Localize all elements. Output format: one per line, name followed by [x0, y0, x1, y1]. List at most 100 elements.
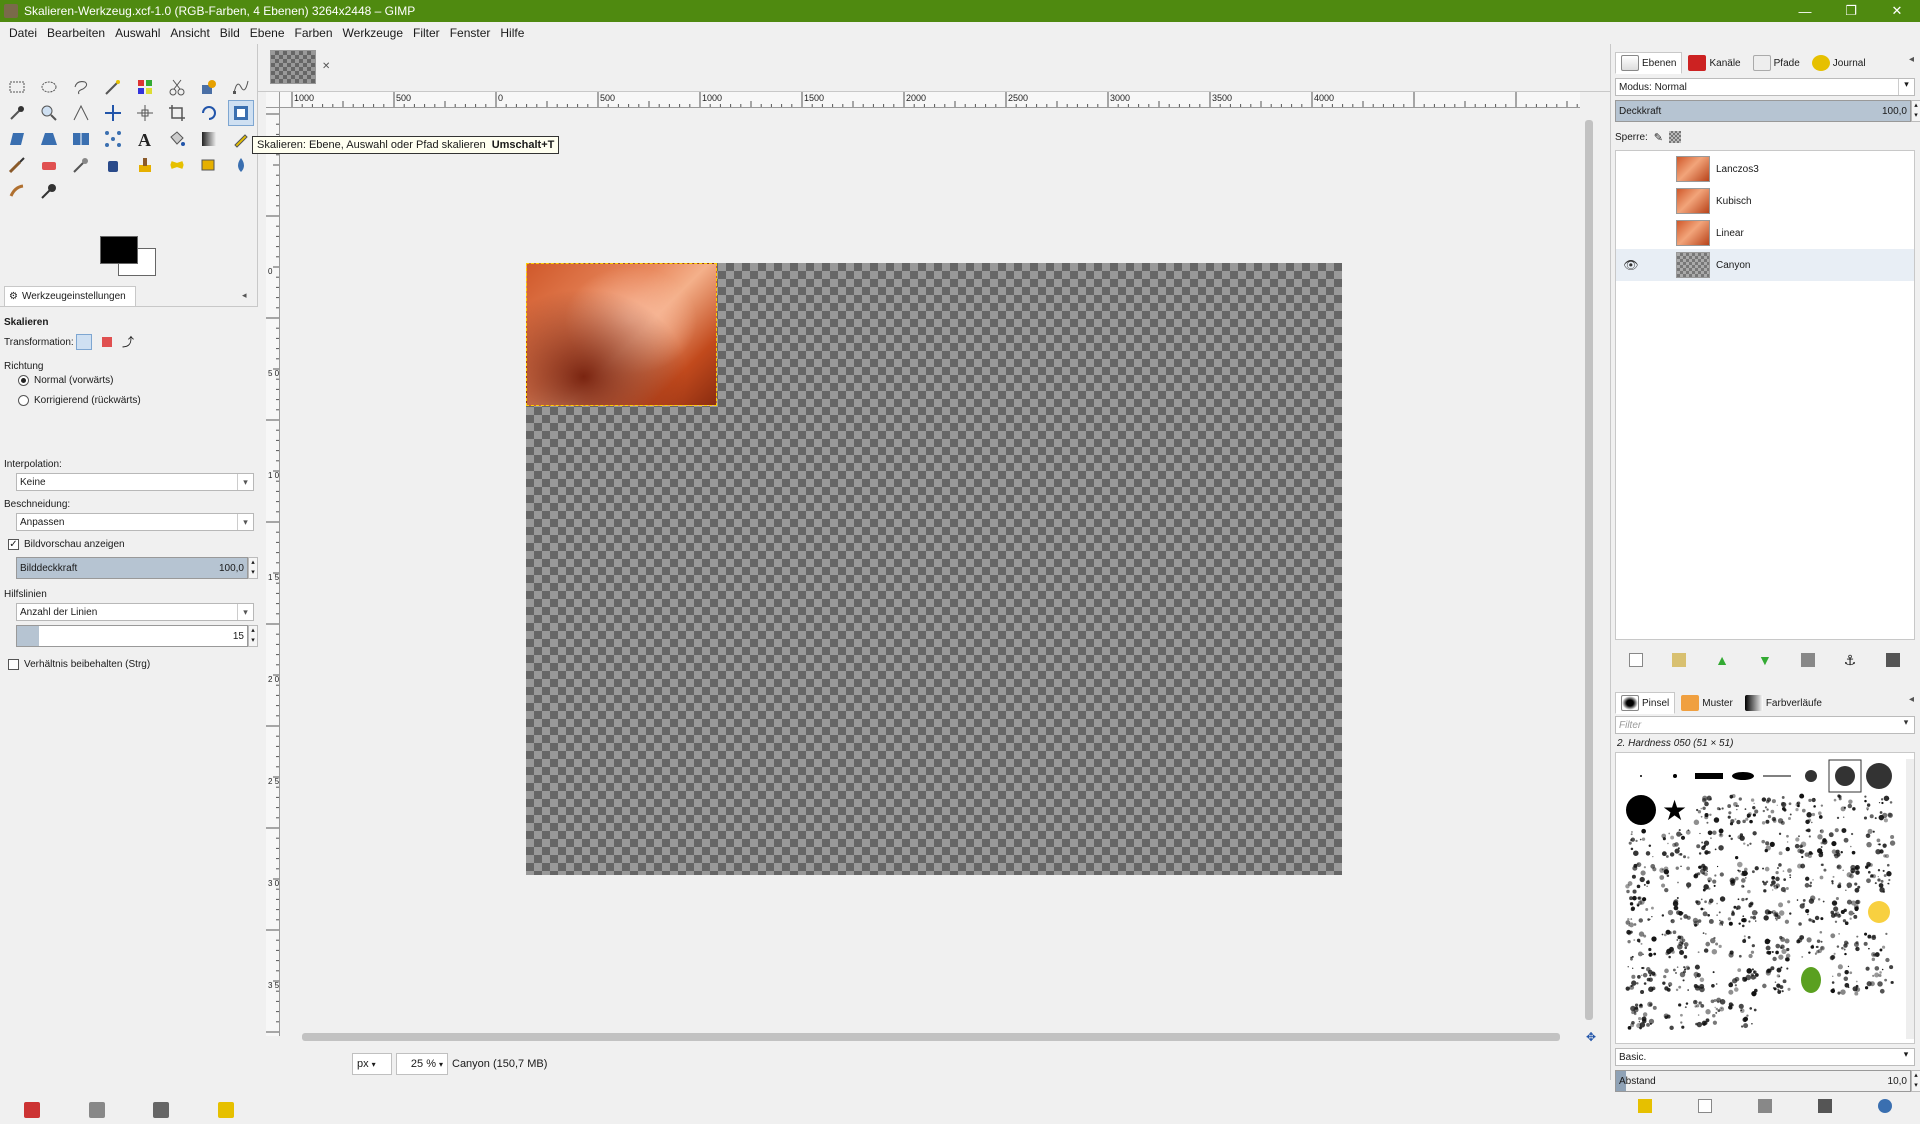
menu-ansicht[interactable]: Ansicht: [165, 26, 214, 40]
dock-menu-icon[interactable]: ◂: [1909, 54, 1914, 65]
edit-brush-icon[interactable]: [1638, 1099, 1652, 1113]
delete-layer-icon[interactable]: [1886, 653, 1901, 667]
move-icon[interactable]: [100, 100, 126, 126]
eraser-icon[interactable]: [36, 152, 62, 178]
brush-swatch[interactable]: [1695, 773, 1723, 779]
brush-swatch[interactable]: [1796, 895, 1825, 926]
brush-swatch[interactable]: [1764, 935, 1791, 962]
direction-corrective-radio[interactable]: Korrigierend (rückwärts): [18, 395, 141, 406]
tab-gradients[interactable]: Farbverläufe: [1739, 692, 1828, 714]
brush-swatch[interactable]: [1728, 968, 1759, 997]
perspective-clone-icon[interactable]: [196, 152, 222, 178]
keep-aspect-checkbox[interactable]: Verhältnis beibehalten (Strg): [8, 659, 150, 670]
image-opacity-slider[interactable]: Bilddeckkraft 100,0: [16, 557, 248, 579]
horizontal-scrollbar[interactable]: [280, 1030, 1582, 1044]
vertical-scrollbar[interactable]: [1582, 108, 1596, 1036]
layer-row[interactable]: Kubisch: [1616, 185, 1914, 217]
brush-swatch[interactable]: [1625, 895, 1654, 928]
brush-swatch[interactable]: [1831, 864, 1861, 893]
layer-row[interactable]: Linear: [1616, 217, 1914, 249]
rotate-icon[interactable]: [196, 100, 222, 126]
crop-icon[interactable]: [164, 100, 190, 126]
save-options-icon[interactable]: [24, 1102, 41, 1118]
brush-swatch[interactable]: [1796, 930, 1825, 958]
scissors-icon[interactable]: [164, 74, 190, 100]
airbrush-icon[interactable]: [68, 152, 94, 178]
bucket-fill-icon[interactable]: [164, 126, 190, 152]
brush-swatch[interactable]: [1761, 832, 1790, 856]
navigate-icon[interactable]: ✥: [1586, 1030, 1598, 1044]
brush-tag-select[interactable]: Basic. ▾: [1615, 1048, 1915, 1066]
brush-swatch[interactable]: [1625, 966, 1657, 994]
menu-fenster[interactable]: Fenster: [445, 26, 496, 40]
restore-options-icon[interactable]: [88, 1102, 105, 1118]
brush-swatch[interactable]: [1693, 997, 1726, 1028]
shear-icon[interactable]: [4, 126, 30, 152]
image-opacity-spinner[interactable]: ▴ ▾: [248, 557, 258, 579]
horizontal-scroll-thumb[interactable]: [302, 1033, 1560, 1041]
layer-row-selected[interactable]: 👁 Canyon: [1616, 249, 1914, 281]
image-thumbnail-tab[interactable]: [270, 50, 316, 84]
brush-swatch[interactable]: [1626, 795, 1656, 825]
dodge-burn-icon[interactable]: [36, 178, 62, 204]
menu-werkzeuge[interactable]: Werkzeuge: [338, 26, 408, 40]
layer-name[interactable]: Lanczos3: [1716, 164, 1759, 175]
brush-swatch[interactable]: [1661, 829, 1691, 859]
gradient-icon[interactable]: [196, 126, 222, 152]
brush-swatch[interactable]: [1830, 896, 1861, 926]
eye-icon[interactable]: 👁: [1616, 258, 1646, 272]
brush-spacing-spinner[interactable]: ▴ ▾: [1911, 1070, 1920, 1092]
color-picker-icon[interactable]: [4, 100, 30, 126]
brush-swatch[interactable]: [1863, 932, 1890, 963]
lower-layer-icon[interactable]: ▼: [1758, 653, 1772, 667]
paintbrush-icon[interactable]: [4, 152, 30, 178]
pencil-icon[interactable]: [228, 126, 254, 152]
tab-channels[interactable]: Kanäle: [1682, 52, 1746, 74]
brush-swatch[interactable]: [1762, 966, 1791, 994]
horizontal-ruler[interactable]: 1000 500 0 500 1000 1500 2000 2500 3000 3500 4000: [280, 92, 1580, 108]
brush-swatch[interactable]: [1833, 794, 1856, 820]
color-swatches[interactable]: [100, 236, 160, 286]
brush-swatch[interactable]: [1868, 901, 1890, 923]
align-icon[interactable]: [132, 100, 158, 126]
flip-icon[interactable]: [68, 126, 94, 152]
unit-select[interactable]: px ▾: [352, 1053, 392, 1075]
heal-icon[interactable]: [164, 152, 190, 178]
cage-transform-icon[interactable]: [100, 126, 126, 152]
vertical-scroll-thumb[interactable]: [1585, 120, 1593, 1020]
foreground-select-icon[interactable]: [196, 74, 222, 100]
brush-swatch[interactable]: [1801, 967, 1821, 993]
minimize-button[interactable]: —: [1782, 0, 1828, 22]
reset-options-icon[interactable]: [217, 1102, 234, 1118]
close-icon[interactable]: ✕: [322, 62, 332, 72]
ruler-corner[interactable]: [266, 92, 280, 108]
tab-patterns[interactable]: Muster: [1675, 692, 1739, 714]
brush-swatch[interactable]: [1865, 861, 1892, 893]
brush-swatch[interactable]: [1628, 828, 1654, 858]
new-layer-group-icon[interactable]: [1672, 653, 1687, 667]
brush-swatch[interactable]: [1763, 775, 1791, 777]
brush-swatch[interactable]: [1864, 965, 1894, 994]
brush-swatch[interactable]: [1797, 863, 1827, 888]
brush-swatch[interactable]: [1805, 770, 1817, 782]
layer-mode-select[interactable]: Modus: Normal ▾: [1615, 78, 1915, 96]
layer-name[interactable]: Canyon: [1716, 260, 1750, 271]
close-button[interactable]: ✕: [1874, 0, 1920, 22]
menu-farben[interactable]: Farben: [290, 26, 338, 40]
tab-brushes[interactable]: Pinsel: [1615, 692, 1676, 714]
brush-swatch[interactable]: [1693, 795, 1724, 826]
brush-swatch[interactable]: ★: [1662, 795, 1687, 826]
layer-name[interactable]: Linear: [1716, 228, 1744, 239]
brush-swatch[interactable]: [1865, 828, 1896, 859]
select-by-color-icon[interactable]: [132, 74, 158, 100]
foreground-color-swatch[interactable]: [100, 236, 138, 264]
brush-swatch[interactable]: [1663, 1002, 1689, 1031]
brush-swatch[interactable]: [1727, 794, 1759, 826]
clipping-select[interactable]: Anpassen ▾: [16, 513, 254, 531]
brush-swatch[interactable]: [1828, 828, 1856, 859]
brush-swatch[interactable]: [1673, 774, 1677, 778]
ink-icon[interactable]: [100, 152, 126, 178]
brush-swatch[interactable]: [1625, 862, 1657, 894]
rect-select-icon[interactable]: [4, 74, 30, 100]
brush-swatch[interactable]: [1696, 828, 1724, 855]
